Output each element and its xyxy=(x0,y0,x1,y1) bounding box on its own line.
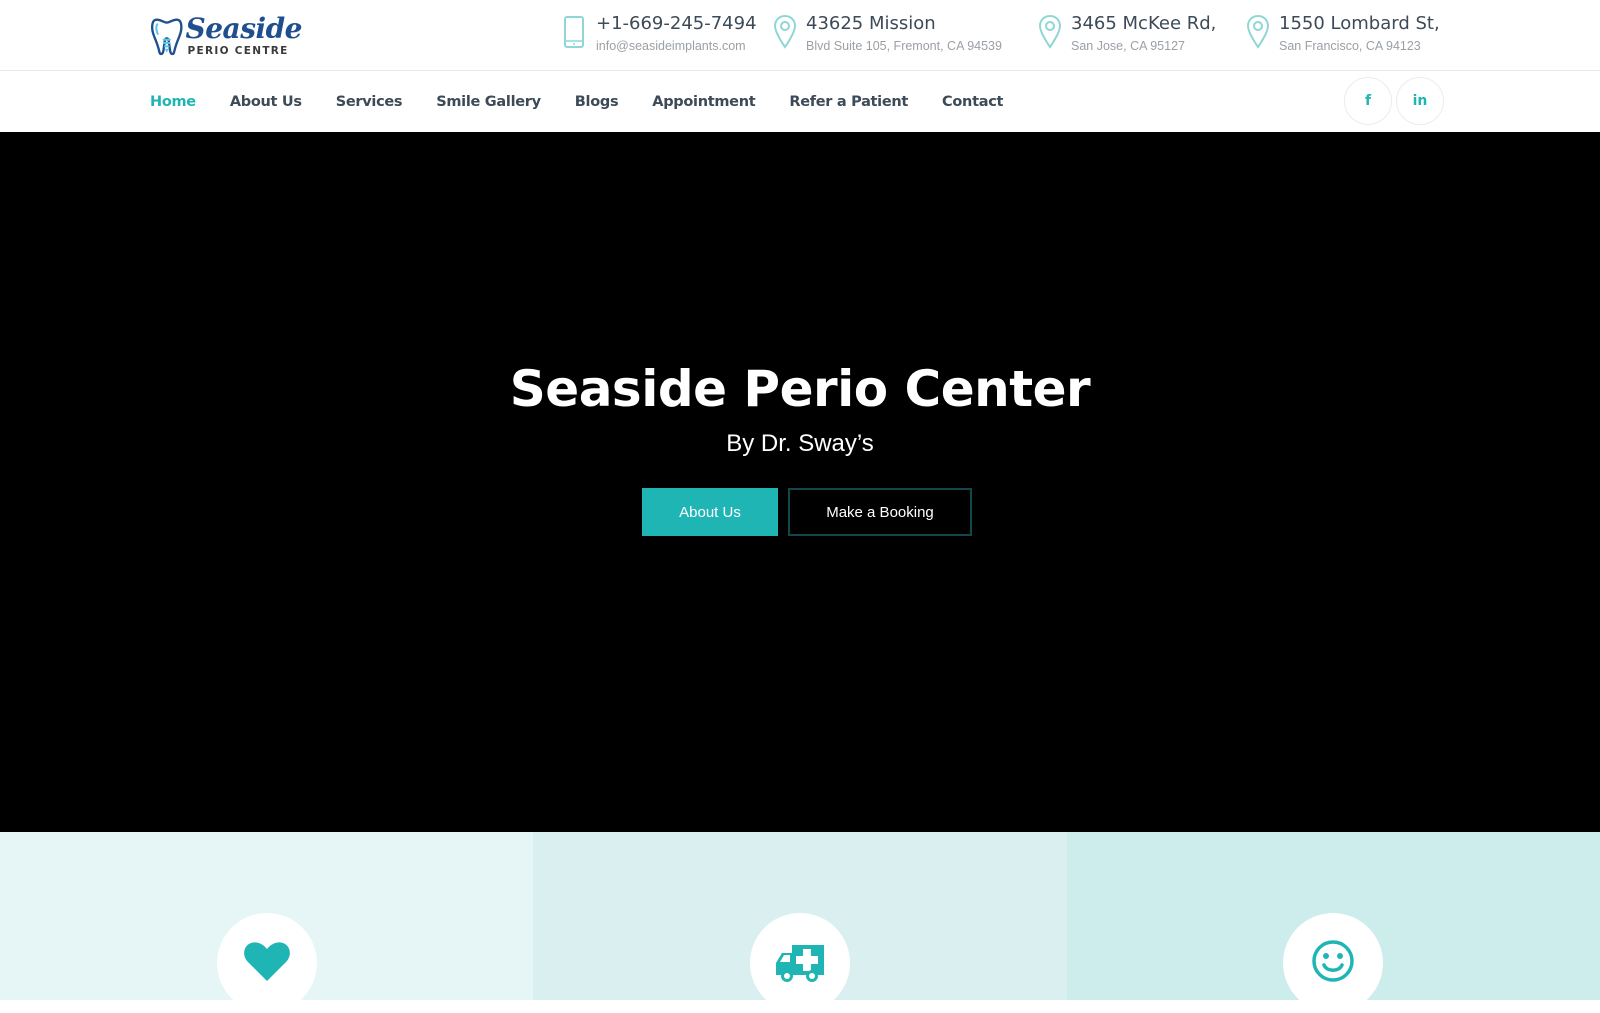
facebook-button[interactable]: f xyxy=(1344,77,1392,125)
smiley-face-icon xyxy=(1312,940,1355,982)
nav-item-contact[interactable]: Contact xyxy=(942,94,1003,110)
hero-banner: Seaside Perio Center By Dr. Sway’s About… xyxy=(0,132,1600,832)
site-logo[interactable]: Seaside PERIO CENTRE xyxy=(150,6,303,66)
tooth-implant-icon xyxy=(151,18,183,56)
linkedin-button[interactable]: in xyxy=(1396,77,1444,125)
map-pin-icon xyxy=(1246,14,1270,49)
address-line-2: Blvd Suite 105, Fremont, CA 94539 xyxy=(806,39,1002,53)
map-pin-icon xyxy=(773,14,797,49)
address-line-1: 43625 Mission xyxy=(806,13,936,34)
feature-panels xyxy=(0,832,1600,1013)
phone-number[interactable]: +1-669-245-7494 xyxy=(596,13,757,35)
feature-icon-circle xyxy=(749,913,850,1013)
contact-location-san-francisco: 1550 Lombard St, San Francisco, CA 94123 xyxy=(1245,13,1440,55)
logo-script-text: Seaside xyxy=(185,12,303,46)
nav-item-refer-a-patient[interactable]: Refer a Patient xyxy=(789,94,908,110)
make-a-booking-button[interactable]: Make a Booking xyxy=(788,488,972,536)
hero-subtitle: By Dr. Sway’s xyxy=(726,430,874,457)
ambulance-icon xyxy=(775,945,824,982)
contact-location-san-jose: 3465 McKee Rd, San Jose, CA 95127 xyxy=(1037,13,1216,55)
hero-title: Seaside Perio Center xyxy=(509,360,1091,418)
about-us-button[interactable]: About Us xyxy=(642,488,778,536)
feature-panel xyxy=(0,832,534,1013)
contact-phone: +1-669-245-7494 info@seasideimplants.com xyxy=(562,13,757,55)
nav-item-services[interactable]: Services xyxy=(336,94,403,110)
address-line-1: 3465 McKee Rd, xyxy=(1071,13,1217,34)
nav-item-appointment[interactable]: Appointment xyxy=(652,94,755,110)
map-pin-icon xyxy=(1038,14,1062,49)
nav-menu: Home About Us Services Smile Gallery Blo… xyxy=(150,71,1037,132)
nav-item-home[interactable]: Home xyxy=(150,94,196,110)
nav-item-about-us[interactable]: About Us xyxy=(230,94,302,110)
address-line-2: San Francisco, CA 94123 xyxy=(1279,39,1421,53)
feature-icon-circle xyxy=(216,913,317,1013)
logo-subtitle: PERIO CENTRE xyxy=(187,45,289,58)
feature-icon-circle xyxy=(1283,913,1384,1013)
heart-icon xyxy=(243,942,290,981)
email-address[interactable]: info@seasideimplants.com xyxy=(596,37,757,55)
feature-panel xyxy=(533,832,1067,1013)
nav-item-smile-gallery[interactable]: Smile Gallery xyxy=(436,94,541,110)
facebook-icon: f xyxy=(1364,93,1372,109)
top-header: Seaside PERIO CENTRE +1-669-245-7494 inf… xyxy=(0,0,1600,71)
nav-item-blogs[interactable]: Blogs xyxy=(575,94,619,110)
contact-location-fremont: 43625 Mission Blvd Suite 105, Fremont, C… xyxy=(772,13,1002,55)
main-navigation: Home About Us Services Smile Gallery Blo… xyxy=(0,71,1600,132)
mobile-phone-icon xyxy=(564,16,584,48)
address-line-1: 1550 Lombard St, xyxy=(1279,13,1440,34)
address-line-2: San Jose, CA 95127 xyxy=(1071,39,1185,53)
feature-panel xyxy=(1066,832,1600,1013)
linkedin-icon: in xyxy=(1412,93,1428,109)
